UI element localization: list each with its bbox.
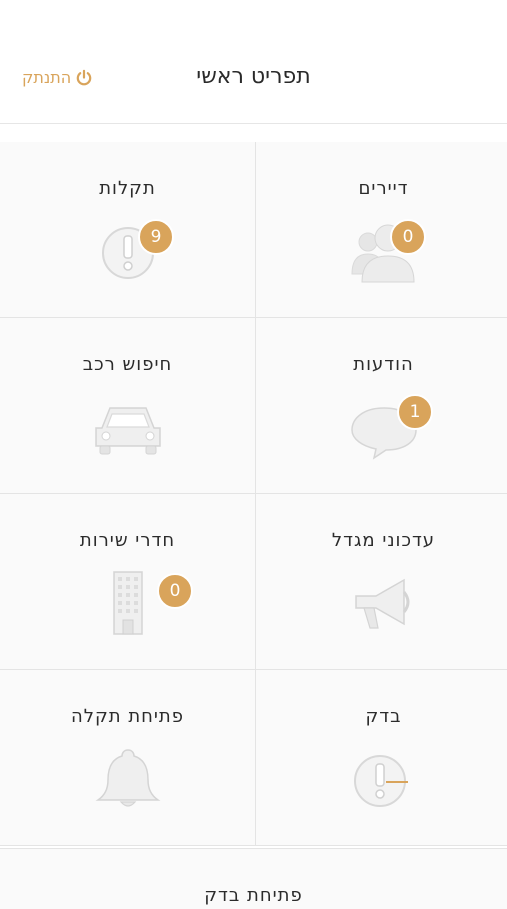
tile-label: דיירים bbox=[358, 178, 409, 199]
faults-count-badge: 9 bbox=[138, 219, 174, 255]
tile-service-rooms[interactable]: חדרי שירות 0 bbox=[0, 494, 256, 670]
power-icon bbox=[76, 69, 92, 85]
app-header: תפריט ראשי התנתק bbox=[0, 0, 507, 124]
building-icon bbox=[112, 571, 143, 635]
tile-car-search[interactable]: חיפוש רכב bbox=[0, 318, 256, 494]
tile-label: חדרי שירות bbox=[79, 530, 176, 551]
tile-open-fault[interactable]: פתיחת תקלה bbox=[0, 670, 256, 846]
logout-label: התנתק bbox=[22, 68, 72, 87]
tile-label: פתיחת תקלה bbox=[71, 706, 184, 727]
header-spacer bbox=[0, 124, 507, 142]
tile-label: פתיחת בדק bbox=[204, 885, 303, 906]
logout-button[interactable]: התנתק bbox=[22, 68, 93, 87]
tile-label: חיפוש רכב bbox=[82, 354, 173, 375]
tile-label: עדכוני מגדל bbox=[331, 530, 436, 551]
tile-inspection[interactable]: בדק bbox=[256, 670, 507, 846]
tile-tower-updates[interactable]: עדכוני מגדל bbox=[256, 494, 507, 670]
service-rooms-count-badge: 0 bbox=[157, 573, 193, 609]
messages-count-badge: 1 bbox=[397, 394, 433, 430]
tile-residents[interactable]: דיירים 0 bbox=[256, 142, 507, 318]
tile-label: הודעות bbox=[353, 354, 414, 375]
tile-label: תקלות bbox=[99, 178, 156, 199]
bell-icon bbox=[95, 749, 160, 807]
tile-label: בדק bbox=[365, 706, 402, 727]
inspection-icon bbox=[353, 755, 408, 807]
tile-faults[interactable]: תקלות 9 bbox=[0, 142, 256, 318]
tile-messages[interactable]: הודעות 1 bbox=[256, 318, 507, 494]
car-icon bbox=[94, 407, 161, 455]
residents-count-badge: 0 bbox=[390, 219, 426, 255]
megaphone-icon bbox=[354, 578, 409, 629]
